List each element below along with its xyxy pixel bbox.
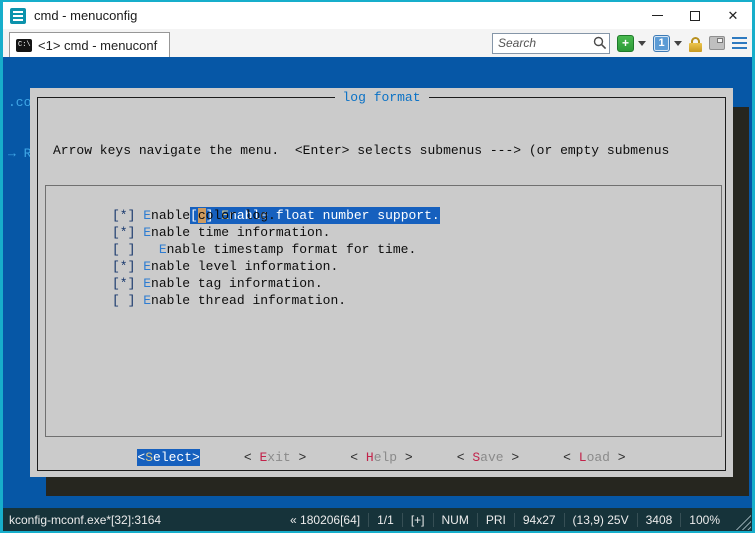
tab-cmd-menuconf[interactable]: <1> cmd - menuconf [9, 32, 170, 57]
active-console-group: 1 [653, 35, 682, 52]
menu-item-tag-info[interactable]: [*] Enable tag information. [112, 275, 721, 292]
tab-label: <1> cmd - menuconf [38, 38, 157, 53]
tabbar-toolbar: + 1 [492, 33, 747, 54]
process-name: kconfig-mconf.exe*[32]:3164 [3, 513, 161, 527]
minimize-button[interactable] [638, 4, 676, 28]
load-button[interactable]: < Load > [563, 449, 625, 466]
conemu-app-icon[interactable] [10, 8, 26, 24]
menu-hamburger-icon[interactable] [732, 37, 747, 49]
new-console-button[interactable]: + [617, 35, 634, 52]
terminal-screen: .config - RT-Thread Project Configuratio… [3, 57, 752, 508]
menu-item-thread-info[interactable]: [ ] Enable thread information. [112, 292, 721, 309]
cmd-icon [16, 39, 32, 52]
window-controls: ✕ [638, 4, 752, 28]
save-button[interactable]: < Save > [457, 449, 519, 466]
console-list-dropdown-icon[interactable] [674, 41, 682, 50]
status-zoom: 100% [680, 513, 728, 527]
title-bar: cmd - menuconfig ✕ [3, 2, 752, 29]
new-console-dropdown-icon[interactable] [638, 41, 646, 50]
status-console-index: 1/1 [368, 513, 402, 527]
status-priority: PRI [477, 513, 514, 527]
search-box [492, 33, 610, 54]
active-console-button[interactable]: 1 [653, 35, 670, 52]
dialog-buttons: <Select> < Exit > < Help > < Save > < Lo… [30, 449, 733, 466]
status-bar: kconfig-mconf.exe*[32]:3164 « 180206[64]… [3, 508, 752, 531]
dialog-titlebar: log format [37, 89, 726, 106]
menu-item-level-info[interactable]: [*] Enable level information. [112, 258, 721, 275]
exit-button[interactable]: < Exit > [244, 449, 306, 466]
lock-icon[interactable] [689, 37, 702, 52]
conemu-window: cmd - menuconfig ✕ <1> cmd - menuconf + [0, 0, 755, 533]
log-format-dialog: log format Arrow keys navigate the menu.… [30, 88, 733, 477]
new-console-group: + [617, 35, 646, 52]
menu-item-timestamp-format[interactable]: [ ] Enable timestamp format for time. [112, 241, 721, 258]
status-number: 3408 [637, 513, 681, 527]
maximize-button[interactable] [676, 4, 714, 28]
status-segments: « 180206[64] 1/1 [+] NUM PRI 94x27 (13,9… [282, 513, 728, 527]
split-pane-icon[interactable] [709, 36, 725, 50]
status-console-size: 94x27 [514, 513, 564, 527]
menu-item-time-info[interactable]: [*] Enable time information. [112, 224, 721, 241]
close-button[interactable]: ✕ [714, 4, 752, 28]
help-button[interactable]: < Help > [350, 449, 412, 466]
menu-list: [ ] Enable float number support. [*] Ena… [45, 185, 722, 437]
status-cursor-info: (13,9) 25V [564, 513, 637, 527]
window-title: cmd - menuconfig [34, 8, 137, 23]
resize-grip[interactable] [735, 514, 751, 530]
status-numlock: NUM [433, 513, 477, 527]
status-build: « 180206[64] [282, 513, 368, 527]
tab-bar: <1> cmd - menuconf + 1 [3, 29, 752, 57]
status-plus-indicator: [+] [402, 513, 433, 527]
dialog-title: log format [335, 89, 429, 106]
menu-item-float-number[interactable]: [ ] Enable float number support. [112, 190, 721, 207]
select-button[interactable]: <Select> [137, 449, 199, 466]
search-icon [593, 36, 607, 50]
